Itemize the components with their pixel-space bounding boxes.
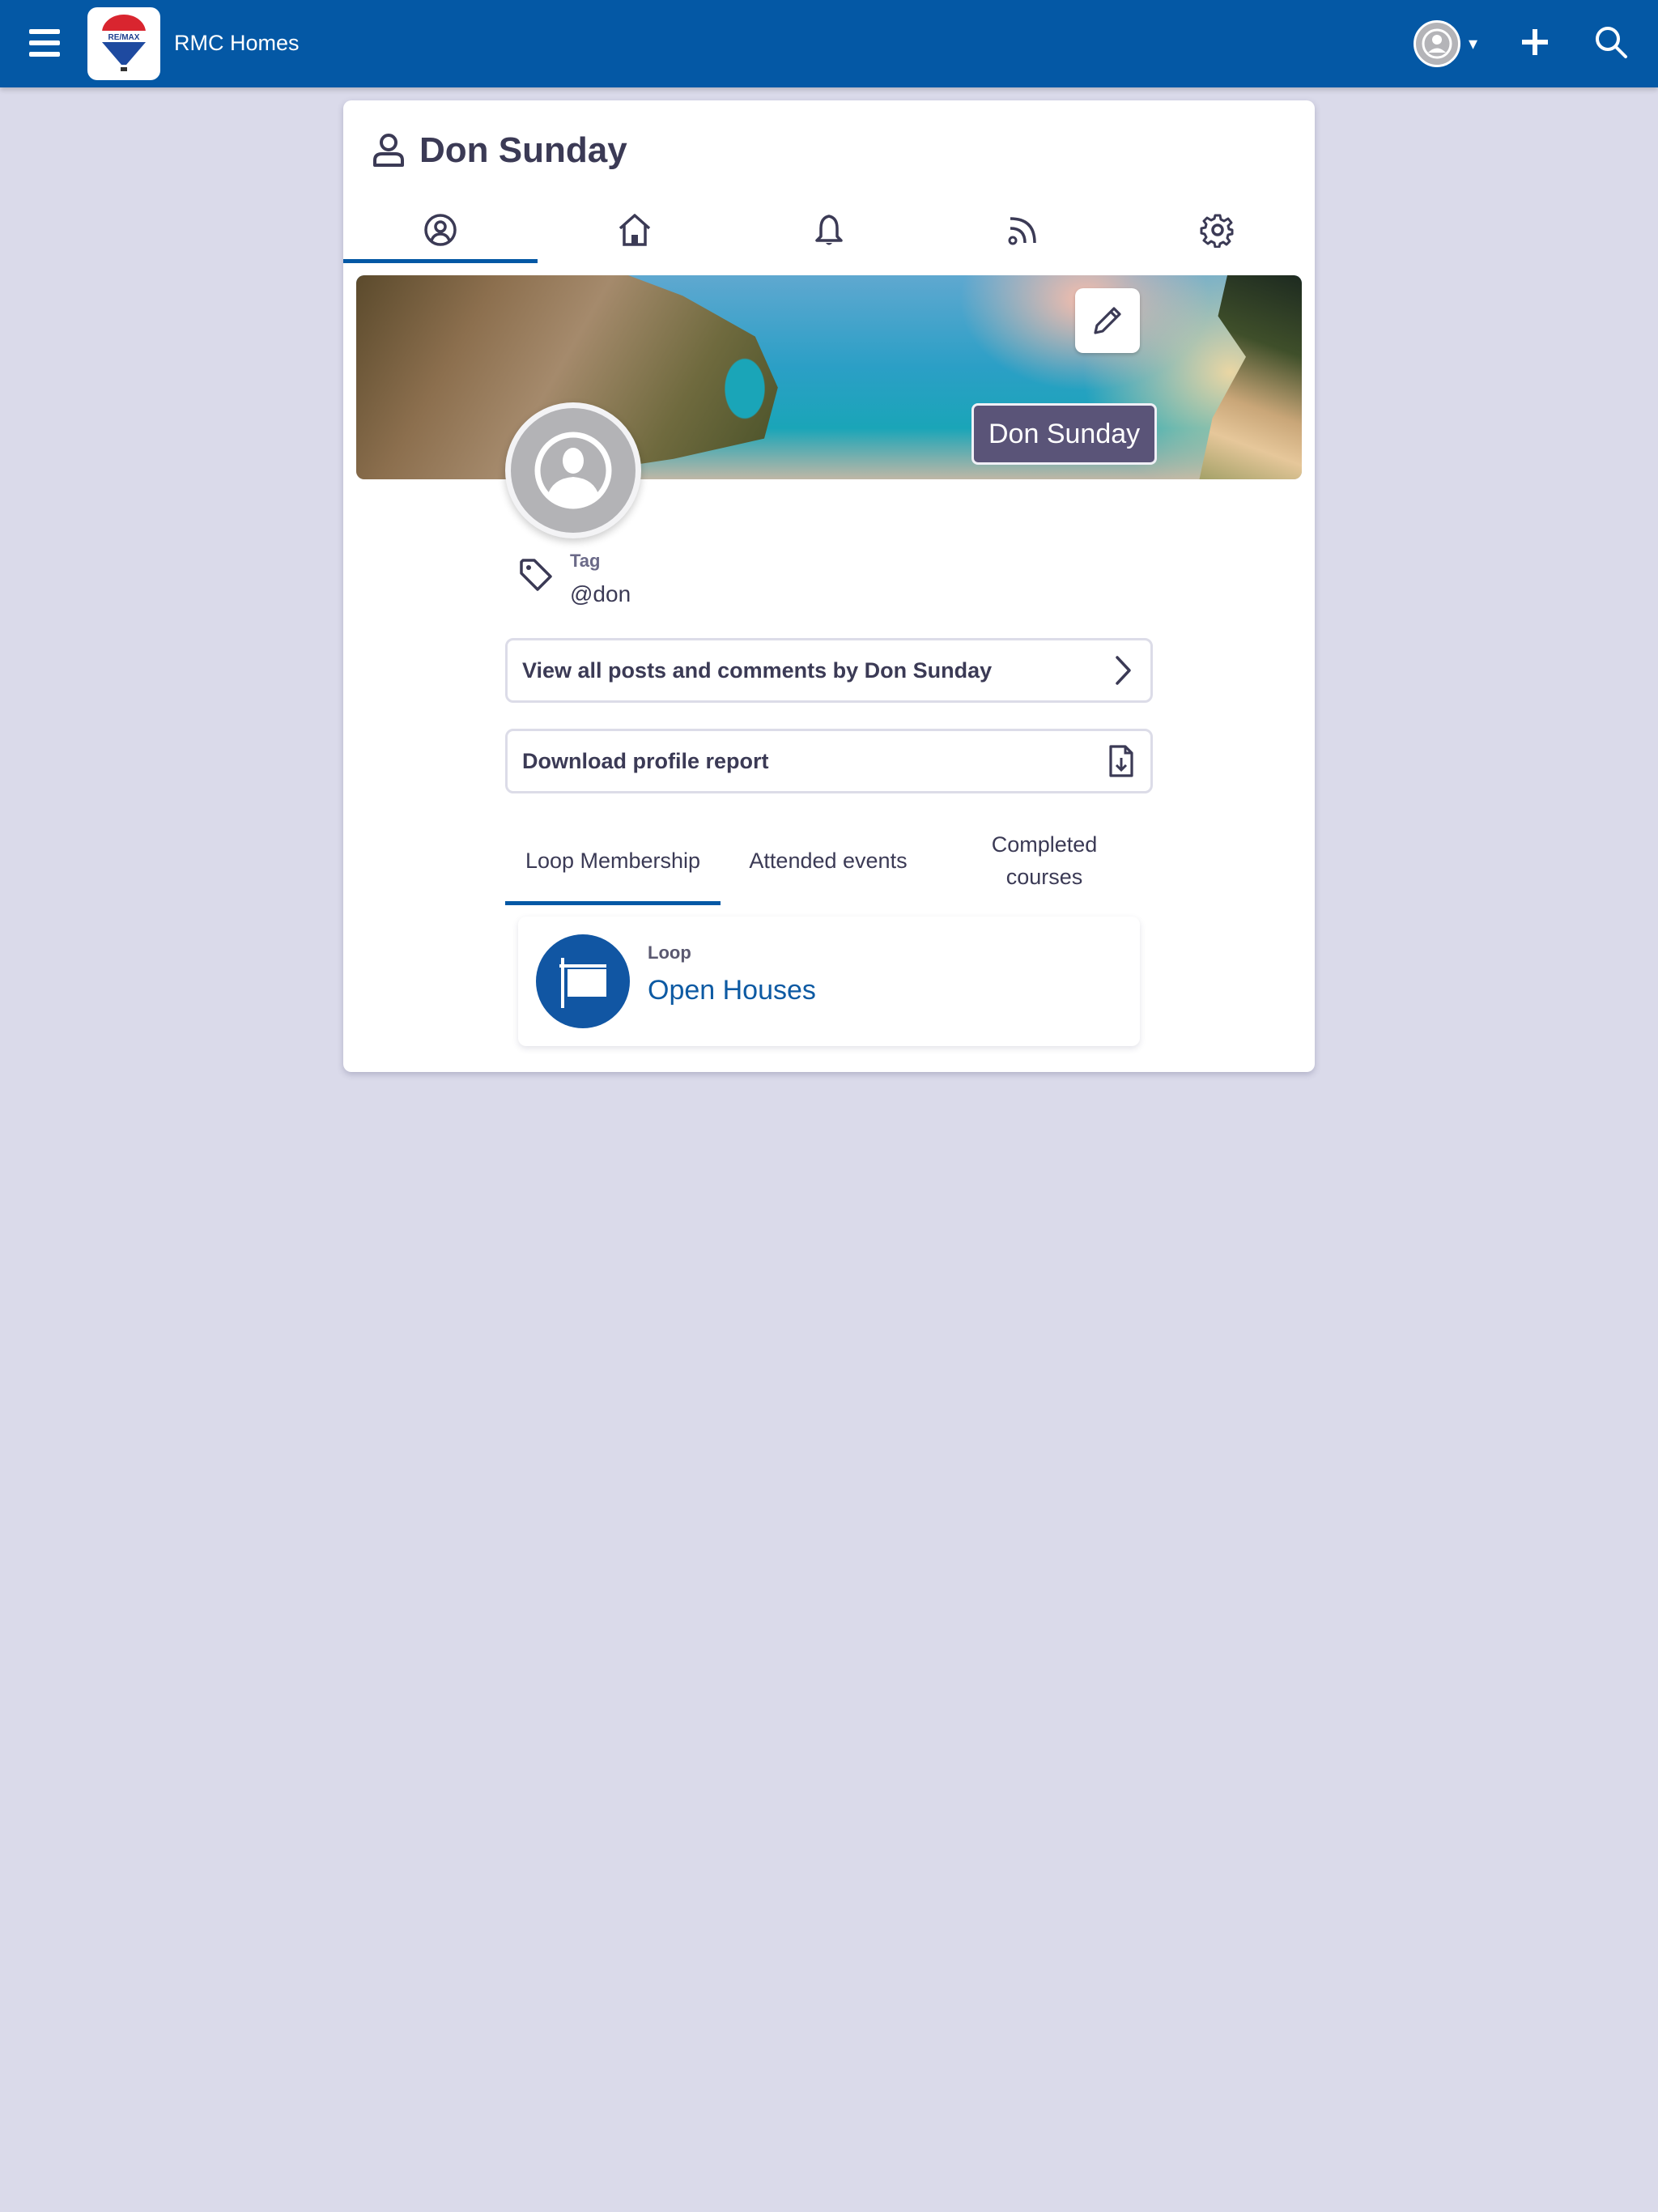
gear-icon: [1200, 214, 1234, 248]
loop-label: Loop: [648, 942, 691, 963]
svg-text:RE/MAX: RE/MAX: [108, 33, 140, 42]
download-report-button[interactable]: Download profile report: [505, 729, 1153, 793]
search-button[interactable]: [1593, 24, 1629, 60]
loop-list-item[interactable]: Loop Open Houses: [518, 917, 1140, 1046]
pencil-icon: [1094, 307, 1121, 334]
file-download-icon: [1109, 745, 1133, 777]
loop-icon-badge: [536, 934, 630, 1028]
hamburger-line: [29, 52, 60, 57]
view-posts-label: View all posts and comments by Don Sunda…: [522, 657, 993, 683]
view-posts-button[interactable]: View all posts and comments by Don Sunda…: [505, 638, 1153, 703]
content-tabs: Loop Membership Attended events Complete…: [505, 818, 1153, 905]
user-menu-button[interactable]: ▾: [1414, 19, 1477, 68]
brand-name[interactable]: RMC Homes: [174, 31, 300, 56]
sign-icon: [559, 958, 606, 1008]
home-icon: [619, 214, 651, 246]
rss-icon: [1008, 217, 1036, 245]
edit-cover-button[interactable]: [1075, 288, 1140, 353]
add-button[interactable]: [1519, 26, 1551, 58]
download-report-label: Download profile report: [522, 748, 769, 773]
profile-avatar[interactable]: [505, 402, 641, 538]
profile-name-badge: Don Sunday: [971, 403, 1158, 465]
active-tab-indicator: [343, 259, 538, 263]
page-title-row: Don Sunday: [372, 125, 627, 177]
user-avatar-icon: [1414, 20, 1460, 67]
plus-icon: [1522, 29, 1548, 55]
hamburger-line: [29, 40, 60, 45]
bell-icon: [815, 215, 843, 245]
chevron-right-icon: [1116, 656, 1131, 685]
user-icon: [373, 134, 404, 167]
remax-logo[interactable]: RE/MAX: [87, 7, 160, 80]
tag-label: Tag: [570, 551, 601, 571]
tab-loop-membership[interactable]: Loop Membership: [505, 818, 721, 904]
tag-icon: [520, 559, 552, 591]
hamburger-menu-button[interactable]: [29, 29, 60, 57]
hamburger-line: [29, 29, 60, 34]
user-circle-icon: [424, 214, 457, 246]
page-title: Don Sunday: [419, 130, 627, 170]
chevron-down-icon: ▾: [1469, 33, 1478, 53]
balloon-logo-icon: RE/MAX: [102, 15, 146, 71]
tab-completed-courses[interactable]: Completed courses: [963, 818, 1125, 904]
user-avatar-icon: [534, 432, 612, 509]
tag-value: @don: [570, 581, 631, 606]
active-tab-indicator: [505, 901, 721, 905]
loop-name[interactable]: Open Houses: [648, 975, 816, 1006]
cover-image: [356, 275, 1302, 479]
top-app-bar: RE/MAX RMC Homes ▾: [0, 0, 1658, 87]
tab-attended-events[interactable]: Attended events: [721, 818, 936, 904]
search-icon: [1596, 27, 1627, 58]
